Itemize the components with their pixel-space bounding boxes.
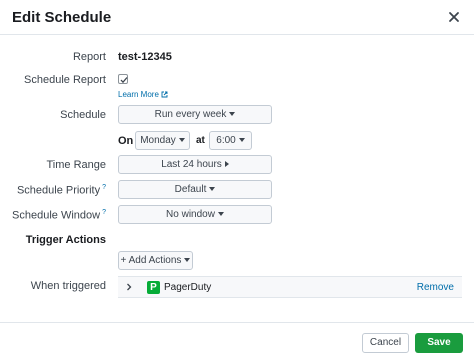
cancel-button[interactable]: Cancel — [362, 333, 409, 353]
chevron-down-icon — [209, 187, 216, 191]
chevron-down-icon — [184, 258, 191, 262]
schedule-report-label: Schedule Report — [24, 74, 106, 86]
time-range-picker[interactable]: Last 24 hours — [118, 155, 272, 174]
remove-action-link[interactable]: Remove — [417, 282, 454, 293]
triggered-action-row: P PagerDuty Remove — [118, 276, 462, 298]
schedule-window-text: Schedule Window — [12, 209, 101, 222]
time-dropdown-value: 6:00 — [216, 135, 236, 146]
at-label: at — [196, 135, 205, 146]
action-name: PagerDuty — [164, 282, 212, 293]
dialog-header: Edit Schedule — [0, 0, 474, 35]
external-link-icon — [161, 91, 168, 100]
day-dropdown[interactable]: Monday — [135, 131, 190, 150]
chevron-right-icon[interactable] — [124, 282, 134, 292]
learn-more-link[interactable]: Learn More — [118, 90, 168, 100]
chevron-down-icon — [229, 112, 236, 116]
schedule-dropdown-value: Run every week — [154, 109, 227, 120]
on-label: On — [118, 135, 134, 147]
report-label: Report — [72, 51, 106, 63]
schedule-window-label: Schedule Window? — [12, 209, 106, 222]
schedule-priority-label: Schedule Priority? — [17, 184, 106, 197]
chevron-down-icon — [238, 138, 245, 142]
chevron-down-icon — [217, 212, 224, 216]
dialog-title: Edit Schedule — [12, 9, 112, 26]
schedule-label: Schedule — [60, 109, 106, 121]
window-dropdown-value: No window — [166, 209, 215, 220]
when-triggered-label: When triggered — [30, 280, 106, 292]
trigger-actions-heading: Trigger Actions — [25, 234, 106, 246]
save-button[interactable]: Save — [415, 333, 463, 353]
chevron-down-icon — [178, 138, 185, 142]
report-value: test-12345 — [118, 51, 172, 63]
schedule-dropdown[interactable]: Run every week — [118, 105, 272, 124]
close-icon[interactable] — [446, 9, 462, 25]
help-icon[interactable]: ? — [102, 184, 106, 191]
time-range-value: Last 24 hours — [161, 159, 222, 170]
schedule-priority-text: Schedule Priority — [16, 184, 101, 197]
pagerduty-logo: P — [147, 281, 160, 294]
checkmark-icon — [120, 77, 128, 84]
add-actions-button[interactable]: + Add Actions — [118, 251, 193, 270]
help-icon[interactable]: ? — [102, 209, 106, 216]
learn-more-text: Learn More — [118, 90, 159, 99]
day-dropdown-value: Monday — [140, 135, 176, 146]
schedule-window-dropdown[interactable]: No window — [118, 205, 272, 224]
add-actions-label: + Add Actions — [120, 255, 182, 266]
schedule-report-checkbox[interactable] — [118, 74, 128, 84]
time-dropdown[interactable]: 6:00 — [209, 131, 252, 150]
chevron-right-icon — [224, 161, 229, 167]
time-range-label: Time Range — [46, 159, 106, 171]
schedule-priority-dropdown[interactable]: Default — [118, 180, 272, 199]
priority-dropdown-value: Default — [174, 184, 207, 195]
